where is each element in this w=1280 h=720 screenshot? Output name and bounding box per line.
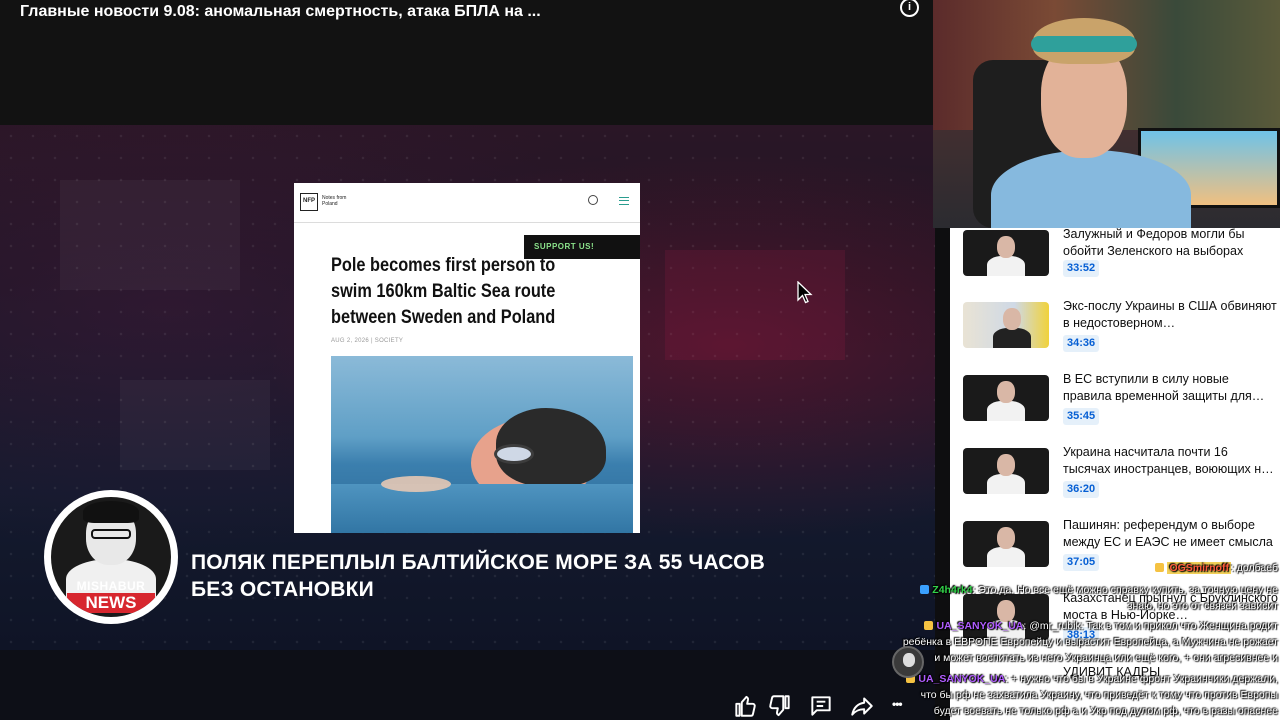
channel-avatar[interactable] <box>892 646 924 678</box>
chat-nick[interactable]: Z4h4rk4 <box>932 584 972 596</box>
logo-hair <box>83 501 139 523</box>
video-thumbnail[interactable] <box>963 448 1049 494</box>
chat-message: знаю, но это от связей зависит <box>1128 600 1278 613</box>
nfp-logo: NFP <box>300 193 318 211</box>
chat-text: знаю, но это от связей зависит <box>1127 600 1278 612</box>
nfp-name: Notes from Poland <box>322 195 347 207</box>
chat-badge-icon <box>1155 563 1165 572</box>
more-icon[interactable]: ••• <box>892 697 918 720</box>
related-video-item[interactable]: Украина насчитала почти 16 тысячах иност… <box>950 444 1280 514</box>
logo-glasses <box>91 529 131 539</box>
logo-wordmark-top: MISHABUR <box>76 579 146 593</box>
video-title[interactable]: Главные новости 9.08: аномальная смертно… <box>20 3 541 21</box>
video-duration: 35:45 <box>1063 408 1100 425</box>
article-meta: AUG 2, 2026 | SOCIETY <box>331 338 404 344</box>
channel-logo-inner: MISHABUR NEWS <box>51 497 171 617</box>
related-video-title[interactable]: Экс-послу Украины в США обвиняют в недос… <box>1063 298 1278 332</box>
chat-badge-icon <box>920 585 930 594</box>
thumbs-up-icon[interactable] <box>732 693 758 719</box>
chat-message: Z4h4rk4: Это да. Но все ещё можно справк… <box>920 584 1278 597</box>
water <box>331 484 633 533</box>
share-icon[interactable] <box>849 693 875 719</box>
goggles <box>494 444 534 464</box>
article-headline: Pole becomes first person to swim 160km … <box>331 255 556 328</box>
chat-message: и может воспитать из него Украинца или е… <box>934 652 1278 665</box>
chat-text: : долбаеб <box>1230 562 1278 574</box>
chat-message: ребёнка в ЕВРОПЕ Европейцу и вырастит Ев… <box>903 636 1278 649</box>
webcam-bandana <box>1031 36 1137 52</box>
article-card: NFP Notes from Poland SUPPORT US! Pole b… <box>294 183 640 533</box>
comment-icon[interactable] <box>808 693 834 719</box>
thumbs-down-icon[interactable] <box>767 693 793 719</box>
menu-icon <box>619 197 629 205</box>
related-video-title[interactable]: В ЕС вступили в силу новые правила време… <box>1063 371 1278 405</box>
chat-text: : + нужно что бы в Украине фронт Украинч… <box>1005 673 1278 685</box>
video-duration: 34:36 <box>1063 335 1100 352</box>
logo-wordmark-bottom: NEWS <box>67 593 155 613</box>
search-icon <box>588 195 598 205</box>
mouse-cursor-icon <box>797 281 813 304</box>
chat-text: и может воспитать из него Украинца или е… <box>934 652 1278 664</box>
chat-message: OGSmirnoff: долбаеб <box>1155 562 1278 575</box>
channel-logo: MISHABUR NEWS <box>44 490 178 624</box>
chat-nick[interactable]: OGSmirnoff <box>1167 562 1231 574</box>
swimmer-photo <box>331 356 633 533</box>
bg-block <box>665 250 845 360</box>
article-header: NFP Notes from Poland <box>294 183 640 223</box>
video-actions-bar: ••• <box>728 693 928 719</box>
swimmer-hand <box>381 476 451 492</box>
related-video-title[interactable]: Пашинян: референдум о выборе между ЕС и … <box>1063 517 1278 551</box>
bg-block <box>60 180 240 290</box>
related-video-item[interactable]: В ЕС вступили в силу новые правила време… <box>950 371 1280 441</box>
lower-third-caption: ПОЛЯК ПЕРЕПЛЫЛ БАЛТИЙСКОЕ МОРЕ ЗА 55 ЧАС… <box>191 551 766 601</box>
video-thumbnail[interactable] <box>963 375 1049 421</box>
chat-message: что бы рф не захватила Украину, что прив… <box>921 689 1278 702</box>
related-video-title[interactable]: Залужный и Федоров могли бы обойти Зелен… <box>1063 228 1278 260</box>
related-video-item[interactable]: Залужный и Федоров могли бы обойти Зелен… <box>950 228 1280 296</box>
chat-nick[interactable]: UA_SANYOK_UA <box>918 673 1005 685</box>
video-thumbnail[interactable] <box>963 302 1049 348</box>
chat-badge-icon <box>924 621 934 630</box>
chat-text: : @mr_rubik: Так в том и прикол что Женщ… <box>1023 620 1278 632</box>
bg-block <box>120 380 270 470</box>
chat-text: : Это да. Но все ещё можно справку купит… <box>972 584 1278 596</box>
related-video-title[interactable]: Украина насчитала почти 16 тысячах иност… <box>1063 444 1278 478</box>
video-thumbnail[interactable] <box>963 230 1049 276</box>
chat-text: ребёнка в ЕВРОПЕ Европейцу и вырастит Ев… <box>902 636 1278 648</box>
chat-message: будет воевать не только рф а и Укр под д… <box>934 705 1278 718</box>
video-player[interactable]: Главные новости 9.08: аномальная смертно… <box>0 0 935 720</box>
chat-nick[interactable]: UA_SANYOK_UA <box>936 620 1023 632</box>
chat-text: будет воевать не только рф а и Укр под д… <box>933 705 1278 717</box>
chat-message: UA_SANYOK_UA: @mr_rubik: Так в том и при… <box>924 620 1278 633</box>
webcam-overlay <box>933 0 1280 228</box>
screen: Главные новости 9.08: аномальная смертно… <box>0 0 1280 720</box>
video-duration: 36:20 <box>1063 481 1100 498</box>
chat-text: что бы рф не захватила Украину, что прив… <box>920 689 1278 701</box>
related-video-item[interactable]: Экс-послу Украины в США обвиняют в недос… <box>950 298 1280 368</box>
video-duration: 33:52 <box>1063 260 1100 277</box>
chat-message: UA_SANYOK_UA: + нужно что бы в Украине ф… <box>906 673 1278 686</box>
